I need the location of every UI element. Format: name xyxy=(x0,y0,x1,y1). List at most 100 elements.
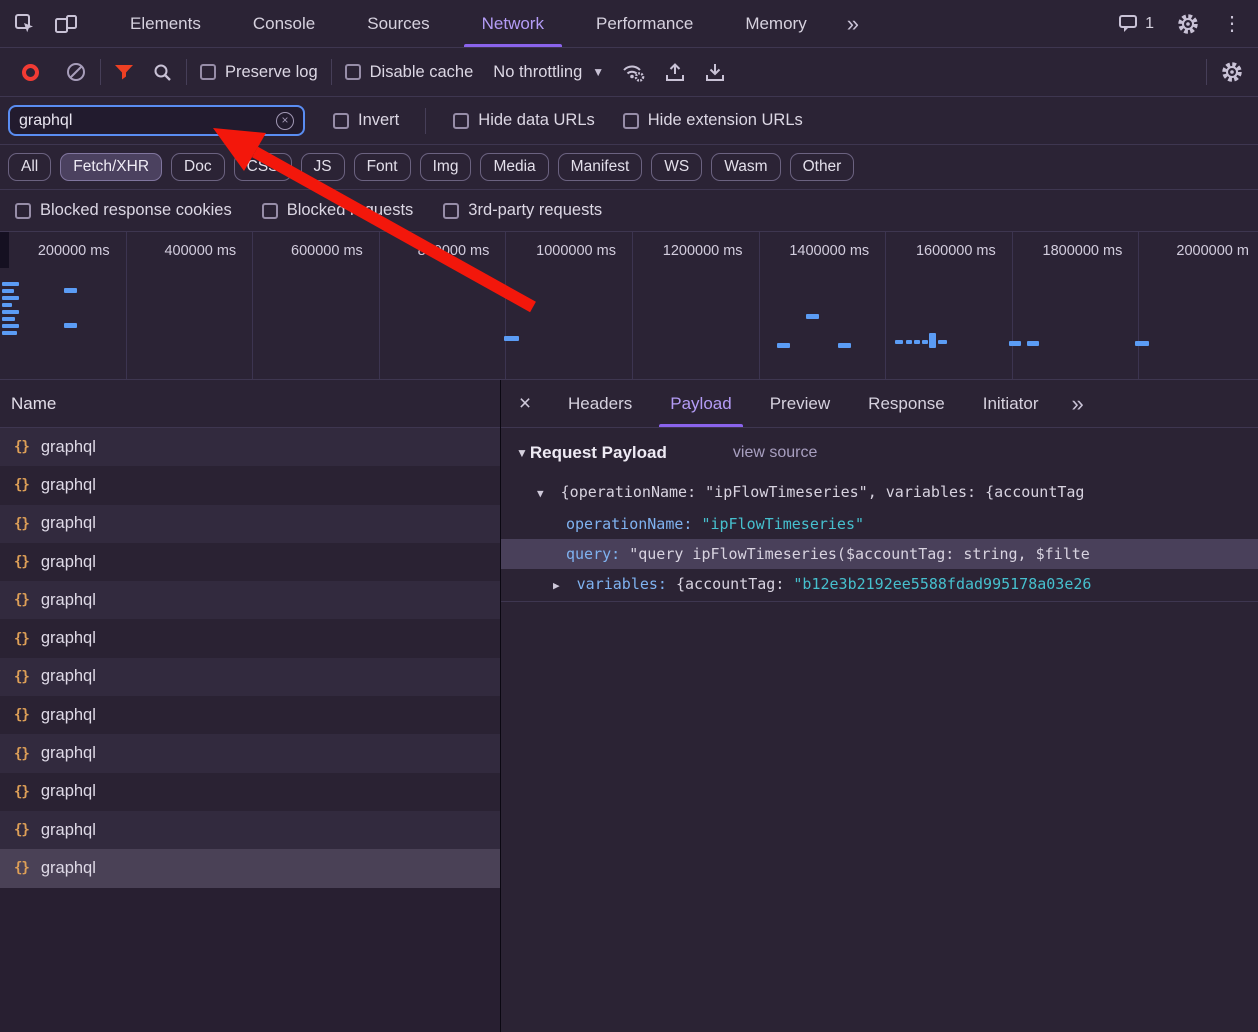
detail-tab[interactable]: Preview xyxy=(751,380,849,427)
main-tab[interactable]: Memory xyxy=(719,0,832,47)
type-filter-pill[interactable]: CSS xyxy=(234,153,292,181)
payload-property-line[interactable]: operationName: "ipFlowTimeseries" xyxy=(501,509,1258,539)
type-filter-pill[interactable]: Doc xyxy=(171,153,225,181)
type-filter-pill[interactable]: Font xyxy=(354,153,411,181)
hide-extension-urls-toggle[interactable]: Hide extension URLs xyxy=(623,111,803,130)
expand-triangle-icon[interactable]: ▶ xyxy=(553,579,560,592)
request-row[interactable]: {} graphql xyxy=(0,581,500,619)
detail-tab[interactable]: Initiator xyxy=(964,380,1058,427)
hide-data-urls-checkbox[interactable] xyxy=(453,113,469,129)
request-name: graphql xyxy=(41,667,96,686)
type-filter-pill[interactable]: All xyxy=(8,153,51,181)
divider xyxy=(100,59,101,85)
detail-tab[interactable]: Headers xyxy=(549,380,651,427)
option-checkbox[interactable] xyxy=(262,203,278,219)
option-toggle[interactable]: Blocked response cookies xyxy=(15,201,232,220)
hide-extension-urls-checkbox[interactable] xyxy=(623,113,639,129)
import-har-icon[interactable] xyxy=(664,61,686,83)
request-row[interactable]: {} graphql xyxy=(0,428,500,466)
main-tab[interactable]: Elements xyxy=(104,0,227,47)
json-braces-icon: {} xyxy=(14,439,29,455)
detail-tab[interactable]: Response xyxy=(849,380,964,427)
collapse-triangle-icon[interactable]: ▼ xyxy=(537,487,544,500)
waterfall-mark xyxy=(504,336,519,341)
payload-header: ▼ Request Payload view source xyxy=(501,443,1258,463)
search-icon[interactable] xyxy=(152,62,173,83)
filter-input-box[interactable]: × xyxy=(8,105,305,136)
network-conditions-icon[interactable] xyxy=(622,61,646,83)
property-value-prefix: {accountTag: xyxy=(676,575,793,593)
divider xyxy=(1206,59,1207,85)
record-button[interactable] xyxy=(22,64,39,81)
collapse-triangle-icon[interactable]: ▼ xyxy=(516,446,528,460)
close-detail-icon[interactable]: × xyxy=(501,392,549,416)
type-filter-pill[interactable]: Wasm xyxy=(711,153,780,181)
option-toggle[interactable]: 3rd-party requests xyxy=(443,201,602,220)
option-toggle[interactable]: Blocked requests xyxy=(262,201,414,220)
preserve-log-label: Preserve log xyxy=(225,63,318,82)
request-row[interactable]: {} graphql xyxy=(0,543,500,581)
issues-indicator[interactable]: 1 xyxy=(1118,14,1154,33)
detail-tab[interactable]: Payload xyxy=(651,380,750,427)
timeline-tick-label: 1000000 ms xyxy=(536,243,616,259)
devtools-tabbar: Elements Console Sources Network Perform… xyxy=(0,0,1258,48)
throttling-value: No throttling xyxy=(493,63,582,82)
type-filter-pill[interactable]: JS xyxy=(301,153,345,181)
main-tab[interactable]: Console xyxy=(227,0,341,47)
property-key: query: xyxy=(566,545,629,563)
type-filter-pill[interactable]: Manifest xyxy=(558,153,643,181)
main-tab[interactable]: Sources xyxy=(341,0,455,47)
waterfall-mark xyxy=(2,282,19,286)
waterfall-mark xyxy=(777,343,790,348)
network-settings-gear-icon[interactable] xyxy=(1220,60,1244,84)
preserve-log-toggle[interactable]: Preserve log xyxy=(200,63,318,82)
request-name: graphql xyxy=(41,476,96,495)
json-braces-icon: {} xyxy=(14,554,29,570)
more-detail-tabs-icon[interactable]: » xyxy=(1057,391,1096,417)
view-source-link[interactable]: view source xyxy=(733,444,817,462)
main-tab[interactable]: Performance xyxy=(570,0,719,47)
request-row[interactable]: {} graphql xyxy=(0,658,500,696)
request-row[interactable]: {} graphql xyxy=(0,619,500,657)
preserve-log-checkbox[interactable] xyxy=(200,64,216,80)
request-row[interactable]: {} graphql xyxy=(0,466,500,504)
filter-funnel-icon[interactable] xyxy=(114,64,134,81)
type-filter-pill[interactable]: Media xyxy=(480,153,548,181)
clear-filter-icon[interactable]: × xyxy=(276,112,294,130)
disable-cache-toggle[interactable]: Disable cache xyxy=(345,63,474,82)
main-tab[interactable]: Network xyxy=(456,0,570,47)
option-checkbox[interactable] xyxy=(443,203,459,219)
payload-root-line[interactable]: ▼ {operationName: "ipFlowTimeseries", va… xyxy=(501,477,1258,509)
throttling-select[interactable]: No throttling ▼ xyxy=(493,63,604,82)
invert-checkbox[interactable] xyxy=(333,113,349,129)
request-row[interactable]: {} graphql xyxy=(0,505,500,543)
device-toolbar-icon[interactable] xyxy=(54,13,78,35)
name-column-header[interactable]: Name xyxy=(0,380,500,428)
clear-network-log-icon[interactable] xyxy=(65,61,87,83)
hide-data-urls-toggle[interactable]: Hide data URLs xyxy=(453,111,594,130)
request-row[interactable]: {} graphql xyxy=(0,773,500,811)
type-filter-pill[interactable]: Fetch/XHR xyxy=(60,153,162,181)
inspect-element-icon[interactable] xyxy=(14,13,36,35)
type-filter-pill[interactable]: Other xyxy=(790,153,855,181)
filter-input[interactable] xyxy=(19,112,276,130)
request-row[interactable]: {} graphql xyxy=(0,734,500,772)
disable-cache-checkbox[interactable] xyxy=(345,64,361,80)
more-tabs-icon[interactable]: » xyxy=(833,11,872,37)
payload-property-line-selected[interactable]: query: "query ipFlowTimeseries($accountT… xyxy=(501,539,1258,569)
timeline-scroll-handle[interactable] xyxy=(0,232,9,268)
request-row[interactable]: {} graphql xyxy=(0,849,500,887)
settings-gear-icon[interactable] xyxy=(1176,12,1200,36)
request-row[interactable]: {} graphql xyxy=(0,696,500,734)
request-name: graphql xyxy=(41,629,96,648)
kebab-menu-icon[interactable]: ⋮ xyxy=(1222,11,1242,36)
type-filter-pill[interactable]: Img xyxy=(420,153,472,181)
type-filter-label: CSS xyxy=(247,158,279,175)
option-checkbox[interactable] xyxy=(15,203,31,219)
payload-property-line[interactable]: ▶ variables: {accountTag: "b12e3b2192ee5… xyxy=(501,569,1258,601)
export-har-icon[interactable] xyxy=(704,61,726,83)
invert-toggle[interactable]: Invert xyxy=(333,111,399,130)
request-row[interactable]: {} graphql xyxy=(0,811,500,849)
network-overview-timeline[interactable]: 200000 ms 400000 ms 600000 ms 800000 ms … xyxy=(0,232,1258,380)
type-filter-pill[interactable]: WS xyxy=(651,153,702,181)
